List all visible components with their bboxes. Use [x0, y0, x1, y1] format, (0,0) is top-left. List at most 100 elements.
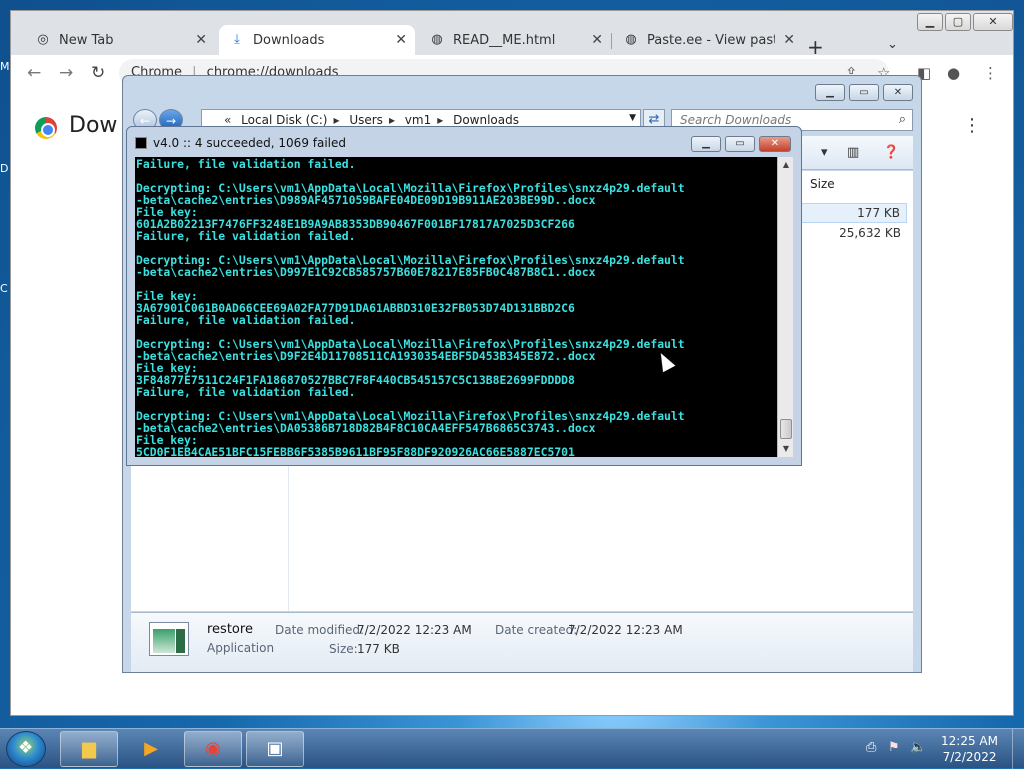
date-modified-value: 7/2/2022 12:23 AM	[357, 623, 472, 637]
globe-icon: ◍	[431, 32, 443, 47]
console-line: Failure, file validation failed.	[136, 229, 356, 243]
tab-search-chevron-icon[interactable]: ⌄	[887, 37, 898, 52]
file-name: restore	[207, 622, 253, 637]
network-icon[interactable]: ⎙	[866, 740, 876, 755]
console-title-text: v4.0 :: 4 succeeded, 1069 failed	[153, 136, 347, 150]
console-icon	[135, 137, 147, 149]
file-type: Application	[207, 641, 275, 655]
minimize-button[interactable]: ▁	[917, 13, 943, 31]
tab-downloads[interactable]: ⤓ Downloads ✕	[219, 25, 415, 55]
tab-label: New Tab	[59, 32, 114, 48]
close-tab-icon[interactable]: ✕	[195, 32, 207, 48]
console-title: v4.0 :: 4 succeeded, 1069 failed	[135, 136, 346, 150]
scrollbar-thumb[interactable]	[780, 419, 792, 439]
scroll-up-icon[interactable]: ▲	[778, 157, 794, 173]
maximize-button[interactable]: ▭	[849, 84, 879, 101]
maximize-button[interactable]: ▢	[945, 13, 971, 31]
console-window: v4.0 :: 4 succeeded, 1069 failed ▁ ▭ ✕ F…	[126, 126, 802, 466]
date-modified-label: Date modified:	[275, 623, 365, 637]
taskbar-console-button[interactable]: ▣	[246, 731, 304, 767]
search-placeholder: Search Downloads	[680, 113, 792, 127]
close-tab-icon[interactable]: ✕	[591, 32, 603, 48]
page-title: Dow	[69, 113, 118, 138]
globe-icon: ◍	[625, 32, 637, 47]
tab-new-tab[interactable]: ◎ New Tab ✕	[25, 25, 215, 55]
chrome-menu-icon[interactable]: ⋮	[983, 64, 998, 82]
folder-icon: ▆	[82, 738, 96, 759]
chrome-icon: ◎	[37, 32, 49, 47]
action-center-flag-icon[interactable]: ⚑	[888, 740, 900, 755]
scroll-down-icon[interactable]: ▼	[778, 441, 794, 457]
chrome-icon: ◉	[205, 738, 221, 759]
file-size-cell[interactable]: 177 KB	[801, 203, 907, 223]
desktop-icon-label[interactable]: C	[0, 282, 8, 295]
minimize-button[interactable]: ▁	[815, 84, 845, 101]
breadcrumb-item[interactable]: Users	[349, 113, 383, 127]
console-line: Failure, file validation failed.	[136, 313, 356, 327]
tab-label: Paste.ee - View paste ztf	[647, 32, 775, 48]
application-icon: ▣	[266, 738, 284, 759]
console-line: -beta\cache2\entries\D989AF4571059BAFE04…	[136, 193, 596, 207]
tab-label: READ__ME.html	[453, 32, 556, 48]
breadcrumb-item[interactable]: vm1	[405, 113, 431, 127]
start-button[interactable]	[6, 731, 46, 767]
chrome-window-controls: ▁ ▢ ✕	[917, 11, 1013, 31]
console-line: Failure, file validation failed.	[136, 157, 356, 171]
tab-paste-ee[interactable]: ◍ Paste.ee - View paste ztf ✕	[613, 25, 803, 55]
clock[interactable]: 12:25 AM 7/2/2022	[941, 733, 998, 765]
explorer-window-controls: ▁ ▭ ✕	[815, 84, 913, 101]
close-button[interactable]: ✕	[759, 136, 791, 152]
more-actions-icon[interactable]: ⋮	[963, 115, 981, 136]
taskbar-explorer-button[interactable]: ▆	[60, 731, 118, 767]
forward-arrow-icon[interactable]: →	[59, 63, 73, 83]
reload-icon[interactable]: ↻	[91, 63, 105, 83]
overflow-chevron-icon[interactable]: «	[224, 113, 231, 127]
taskbar: ▆ ▶ ◉ ▣ ⎙ ⚑ 🔈 12:25 AM 7/2/2022	[0, 728, 1024, 769]
tab-readme[interactable]: ◍ READ__ME.html ✕	[419, 25, 611, 55]
tab-strip: ◎ New Tab ✕ ⤓ Downloads ✕ ◍ READ__ME.htm…	[11, 21, 911, 59]
console-line: -beta\cache2\entries\D997E1C92CB585757B6…	[136, 265, 596, 279]
details-pane: restore Application Date modified: 7/2/2…	[131, 612, 913, 672]
date-created-value: 7/2/2022 12:23 AM	[568, 623, 683, 637]
chrome-logo-icon	[35, 117, 57, 139]
column-header-size[interactable]: Size	[801, 171, 913, 195]
close-button[interactable]: ✕	[973, 13, 1013, 31]
help-icon[interactable]: ❓	[883, 145, 899, 160]
size-value: 177 KB	[357, 642, 400, 656]
console-window-controls: ▁ ▭ ✕	[691, 136, 791, 152]
console-scrollbar[interactable]: ▲ ▼	[777, 157, 793, 457]
back-arrow-icon[interactable]: ←	[27, 63, 41, 83]
console-line: -beta\cache2\entries\DA05386B718D82B4F8C…	[136, 421, 596, 435]
console-output[interactable]: Failure, file validation failed. Decrypti…	[135, 157, 777, 457]
preview-pane-icon[interactable]: ▥	[847, 145, 859, 160]
taskbar-chrome-button[interactable]: ◉	[184, 731, 242, 767]
view-options-chevron-icon[interactable]: ▾	[821, 145, 828, 160]
close-tab-icon[interactable]: ✕	[395, 32, 407, 48]
close-tab-icon[interactable]: ✕	[783, 32, 795, 48]
media-player-icon: ▶	[144, 738, 158, 759]
clock-date: 7/2/2022	[942, 750, 997, 764]
application-icon	[149, 622, 189, 656]
file-size-cell[interactable]: 25,632 KB	[801, 224, 907, 242]
tab-separator	[611, 33, 612, 49]
volume-icon[interactable]: 🔈	[910, 740, 926, 755]
address-dropdown-icon[interactable]: ▼	[629, 113, 636, 123]
taskbar-media-player-button[interactable]: ▶	[122, 731, 180, 767]
profile-avatar-icon[interactable]: ●	[947, 64, 960, 82]
console-line: 5CD0F1EB4CAE51BFC15FEBB6F5385B9611BF95F8…	[136, 445, 575, 457]
desktop-icon-label[interactable]: D	[0, 162, 8, 175]
desktop-icon-label[interactable]: M	[0, 60, 10, 73]
breadcrumb-item[interactable]: Downloads	[453, 113, 519, 127]
system-tray: ⎙ ⚑ 🔈 12:25 AM 7/2/2022	[844, 729, 1024, 769]
size-label: Size:	[329, 642, 358, 656]
console-line: Failure, file validation failed.	[136, 385, 356, 399]
search-icon[interactable]: ⌕	[899, 112, 906, 127]
show-desktop-button[interactable]	[1012, 729, 1024, 769]
breadcrumb-item[interactable]: Local Disk (C:)	[241, 113, 327, 127]
close-button[interactable]: ✕	[883, 84, 913, 101]
tab-label: Downloads	[253, 32, 325, 48]
minimize-button[interactable]: ▁	[691, 136, 721, 152]
download-icon: ⤓	[234, 32, 240, 47]
maximize-button[interactable]: ▭	[725, 136, 755, 152]
